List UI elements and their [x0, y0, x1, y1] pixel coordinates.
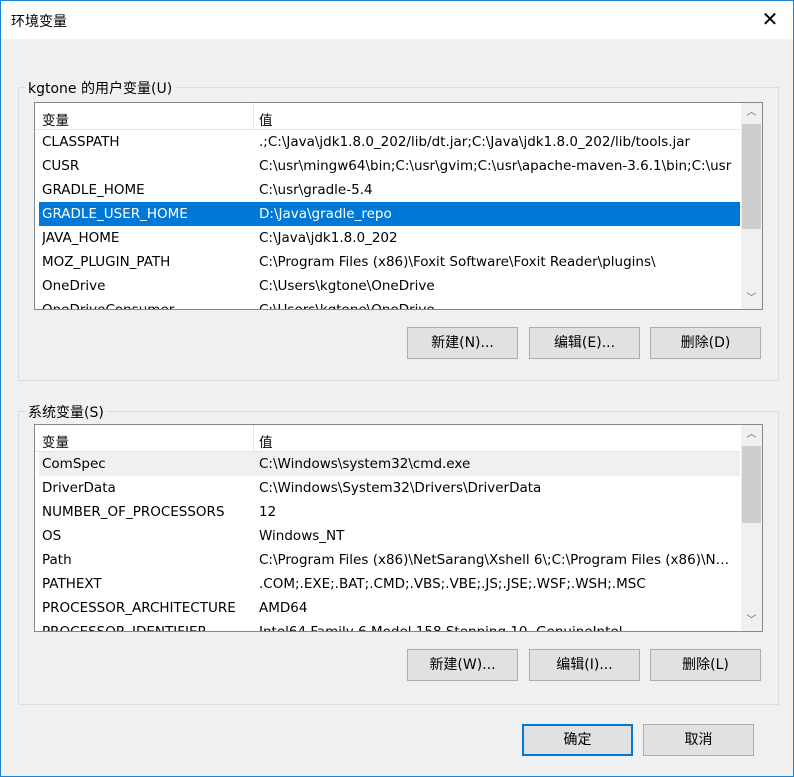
user-variables-rows: CLASSPATH .;C:\Java\jdk1.8.0_202/lib/dt.j…	[39, 130, 740, 310]
variable-name: GRADLE_USER_HOME	[42, 206, 188, 222]
scroll-down-icon[interactable]: ﹀	[741, 611, 762, 631]
variable-value: C:\usr\mingw64\bin;C:\usr\gvim;C:\usr\ap…	[259, 158, 732, 174]
table-row[interactable]: OneDrive C:\Users\kgtone\OneDrive	[39, 274, 740, 298]
user-variables-list[interactable]: 变量 值 CLASSPATH .;C:\Java\jdk1.8.0_202/lib…	[34, 102, 763, 310]
system-variables-label: 系统变量(S)	[25, 402, 107, 422]
variable-name: OneDriveConsumer	[42, 302, 175, 310]
table-row[interactable]: GRADLE_USER_HOME D:\Java\gradle_repo	[39, 202, 740, 226]
table-row[interactable]: PROCESSOR_IDENTIFIER Intel64 Family 6 Mod…	[39, 620, 740, 632]
variable-value: C:\usr\gradle-5.4	[259, 182, 373, 198]
system-variables-list[interactable]: 变量 值 ComSpec C:\Windows\system32\cmd.exe D…	[34, 424, 763, 632]
table-row[interactable]: OneDriveConsumer C:\Users\kgtone\OneDrive	[39, 298, 740, 310]
variable-name: CLASSPATH	[42, 134, 120, 150]
variable-value: Windows_NT	[259, 528, 345, 544]
delete-button[interactable]: 删除(L)	[650, 649, 761, 681]
variable-name: MOZ_PLUGIN_PATH	[42, 254, 171, 270]
variable-value: 12	[259, 504, 277, 520]
scroll-down-icon[interactable]: ﹀	[741, 289, 762, 309]
scrollbar-thumb[interactable]	[742, 446, 761, 523]
variable-name: PROCESSOR_ARCHITECTURE	[42, 600, 236, 616]
table-row[interactable]: CUSR C:\usr\mingw64\bin;C:\usr\gvim;C:\us…	[39, 154, 740, 178]
list-header: 变量 值	[35, 103, 740, 130]
edit-button[interactable]: 编辑(E)...	[529, 327, 640, 359]
variable-value: .;C:\Java\jdk1.8.0_202/lib/dt.jar;C:\Jav…	[259, 134, 691, 150]
variable-name: PROCESSOR_IDENTIFIER	[42, 624, 207, 632]
variable-value: C:\Program Files (x86)\NetSarang\Xshell …	[259, 552, 737, 568]
table-row[interactable]: NUMBER_OF_PROCESSORS 12	[39, 500, 740, 524]
variable-name: JAVA_HOME	[42, 230, 120, 246]
close-icon[interactable]: ✕	[747, 1, 793, 39]
variable-name: OS	[42, 528, 62, 544]
table-row[interactable]: MOZ_PLUGIN_PATH C:\Program Files (x86)\Fo…	[39, 250, 740, 274]
system-variables-rows: ComSpec C:\Windows\system32\cmd.exe Driver…	[39, 452, 740, 632]
variable-name: PATHEXT	[42, 576, 102, 592]
table-row[interactable]: PROCESSOR_ARCHITECTURE AMD64	[39, 596, 740, 620]
column-divider[interactable]	[253, 103, 254, 129]
new-button[interactable]: 新建(W)...	[407, 649, 518, 681]
scroll-up-icon[interactable]: ︿	[741, 425, 762, 445]
scroll-up-icon[interactable]: ︿	[741, 103, 762, 123]
variable-value: Intel64 Family 6 Model 158 Stepping 10, …	[259, 624, 623, 632]
variable-value: C:\Windows\system32\cmd.exe	[259, 456, 471, 472]
scrollbar[interactable]: ︿ ﹀	[741, 103, 762, 309]
variable-value: C:\Users\kgtone\OneDrive	[259, 278, 435, 294]
table-row[interactable]: JAVA_HOME C:\Java\jdk1.8.0_202	[39, 226, 740, 250]
variable-value: C:\Program Files (x86)\Foxit Software\Fo…	[259, 254, 656, 270]
column-header-value[interactable]: 值	[259, 431, 273, 451]
column-header-variable[interactable]: 变量	[42, 109, 69, 129]
variable-value: D:\Java\gradle_repo	[259, 206, 392, 222]
variable-value: C:\Windows\System32\Drivers\DriverData	[259, 480, 542, 496]
title-bar: 环境变量 ✕	[1, 1, 793, 39]
table-row[interactable]: DriverData C:\Windows\System32\Drivers\Dr…	[39, 476, 740, 500]
cancel-button[interactable]: 取消	[643, 724, 754, 756]
edit-button[interactable]: 编辑(I)...	[529, 649, 640, 681]
variable-name: Path	[42, 552, 72, 568]
new-button[interactable]: 新建(N)...	[407, 327, 518, 359]
variable-name: CUSR	[42, 158, 80, 174]
column-header-value[interactable]: 值	[259, 109, 273, 129]
variable-name: DriverData	[42, 480, 116, 496]
environment-variables-dialog: 环境变量 ✕ kgtone 的用户变量(U) 变量 值 CLASSPATH .;C…	[0, 0, 794, 777]
scrollbar-thumb[interactable]	[742, 124, 761, 229]
table-row[interactable]: OS Windows_NT	[39, 524, 740, 548]
table-row[interactable]: CLASSPATH .;C:\Java\jdk1.8.0_202/lib/dt.j…	[39, 130, 740, 154]
user-variables-label: kgtone 的用户变量(U)	[25, 78, 176, 98]
table-row[interactable]: Path C:\Program Files (x86)\NetSarang\Xsh…	[39, 548, 740, 572]
delete-button[interactable]: 删除(D)	[650, 327, 761, 359]
table-row[interactable]: PATHEXT .COM;.EXE;.BAT;.CMD;.VBS;.VBE;.JS…	[39, 572, 740, 596]
column-divider[interactable]	[253, 425, 254, 451]
table-row[interactable]: ComSpec C:\Windows\system32\cmd.exe	[39, 452, 740, 476]
list-header: 变量 值	[35, 425, 740, 452]
variable-name: OneDrive	[42, 278, 106, 294]
variable-name: ComSpec	[42, 456, 106, 472]
variable-name: NUMBER_OF_PROCESSORS	[42, 504, 225, 520]
variable-name: GRADLE_HOME	[42, 182, 145, 198]
scrollbar[interactable]: ︿ ﹀	[741, 425, 762, 631]
variable-value: AMD64	[259, 600, 308, 616]
ok-button[interactable]: 确定	[522, 724, 633, 756]
column-header-variable[interactable]: 变量	[42, 431, 69, 451]
variable-value: .COM;.EXE;.BAT;.CMD;.VBS;.VBE;.JS;.JSE;.…	[259, 576, 646, 592]
variable-value: C:\Users\kgtone\OneDrive	[259, 302, 435, 310]
dialog-title: 环境变量	[11, 14, 67, 30]
variable-value: C:\Java\jdk1.8.0_202	[259, 230, 398, 246]
table-row[interactable]: GRADLE_HOME C:\usr\gradle-5.4	[39, 178, 740, 202]
